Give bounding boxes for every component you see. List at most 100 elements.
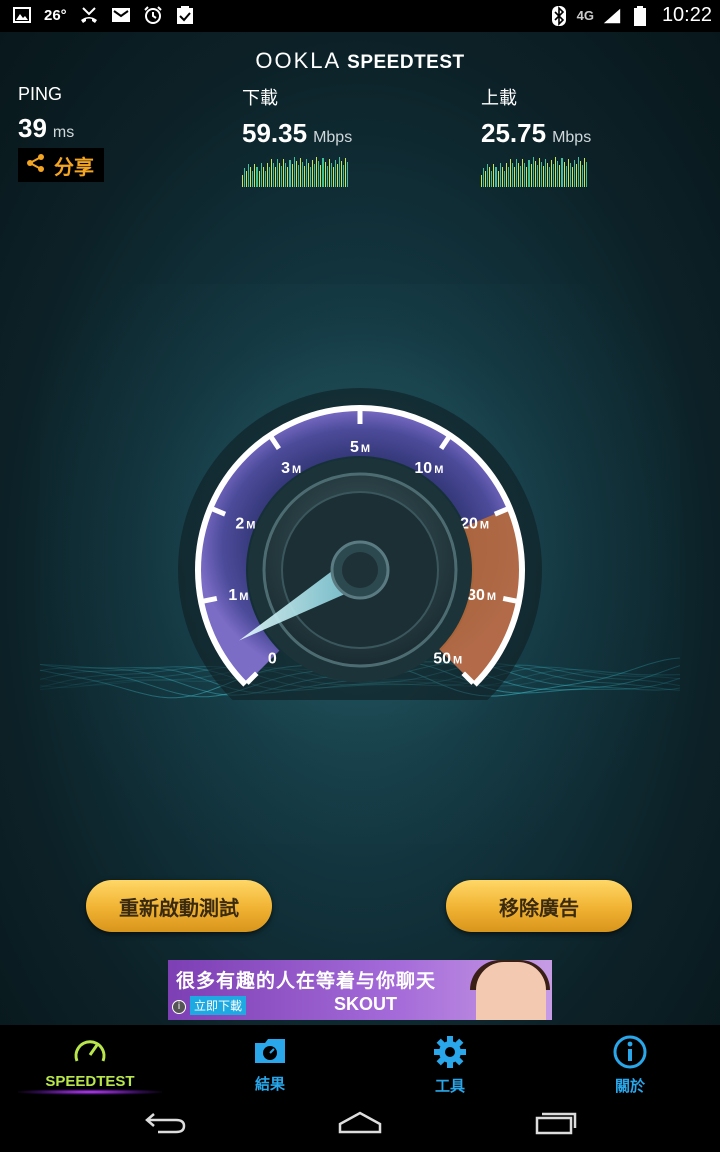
graph-bar bbox=[499, 163, 501, 187]
graph-bar bbox=[557, 161, 559, 187]
graph-bar bbox=[577, 157, 579, 187]
graph-bar bbox=[536, 165, 538, 187]
graph-bar bbox=[285, 163, 287, 187]
graph-bar bbox=[332, 167, 334, 187]
gallery-icon bbox=[12, 5, 32, 25]
graph-bar bbox=[318, 161, 320, 187]
home-button[interactable] bbox=[330, 1107, 390, 1141]
ping-unit: ms bbox=[52, 124, 75, 141]
ad-headline: 很多有趣的人在等着与你聊天 bbox=[176, 970, 437, 992]
graph-bar bbox=[347, 162, 349, 187]
tab-speedtest[interactable]: SPEEDTEST bbox=[0, 1025, 180, 1097]
graph-bar bbox=[514, 166, 516, 187]
share-button[interactable]: 分享 bbox=[18, 148, 104, 182]
graph-bar bbox=[532, 157, 534, 187]
ad-download-button[interactable]: 立即下載 bbox=[190, 996, 247, 1015]
tab-tools[interactable]: 工具 bbox=[360, 1025, 540, 1097]
graph-bar bbox=[542, 166, 544, 187]
back-button[interactable] bbox=[136, 1107, 196, 1141]
share-label: 分享 bbox=[54, 154, 94, 179]
graph-bar bbox=[293, 157, 295, 187]
graph-bar bbox=[334, 160, 336, 187]
graph-bar bbox=[287, 167, 289, 187]
download-unit: Mbps bbox=[313, 129, 353, 146]
graph-bar bbox=[491, 171, 493, 187]
restart-test-button[interactable]: 重新啟動測試 bbox=[86, 880, 272, 932]
graph-bar bbox=[538, 158, 540, 187]
graph-bar bbox=[336, 164, 338, 187]
graph-bar bbox=[324, 162, 326, 187]
graph-bar bbox=[308, 163, 310, 187]
graph-bar bbox=[254, 163, 256, 187]
upload-metric: 上載 25.75 Mbps bbox=[481, 84, 591, 187]
recent-apps-icon bbox=[534, 1109, 578, 1139]
graph-bar bbox=[485, 171, 487, 187]
ad-info-icon[interactable]: i bbox=[172, 1000, 186, 1014]
graph-bar bbox=[565, 166, 567, 187]
graph-bar bbox=[511, 163, 513, 187]
graph-bar bbox=[262, 167, 264, 187]
graph-bar bbox=[530, 164, 532, 187]
graph-bar bbox=[571, 167, 573, 187]
system-navigation-bar bbox=[0, 1097, 720, 1152]
graph-bar bbox=[281, 166, 283, 187]
upload-unit: Mbps bbox=[552, 129, 592, 146]
graph-bar bbox=[270, 159, 272, 187]
email-icon bbox=[111, 5, 131, 25]
ad-photo bbox=[476, 962, 546, 1020]
clock: 10:22 bbox=[661, 4, 712, 26]
graph-bar bbox=[582, 165, 584, 187]
graph-bar bbox=[258, 170, 260, 187]
graph-bar bbox=[310, 167, 312, 187]
graph-bar bbox=[314, 164, 316, 187]
clipboard-check-icon bbox=[175, 5, 195, 25]
tab-about[interactable]: 關於 bbox=[540, 1025, 720, 1097]
graph-bar bbox=[559, 165, 561, 187]
recent-apps-button[interactable] bbox=[526, 1107, 586, 1141]
signal-icon bbox=[602, 6, 622, 26]
graph-bar bbox=[283, 159, 285, 187]
graph-bar bbox=[272, 163, 274, 187]
tab-about-label: 關於 bbox=[614, 1077, 645, 1095]
results-folder-icon bbox=[252, 1035, 288, 1071]
graph-bar bbox=[297, 165, 299, 187]
graph-bar bbox=[573, 160, 575, 187]
graph-bar bbox=[483, 167, 485, 187]
info-icon bbox=[613, 1035, 647, 1073]
graph-bar bbox=[584, 158, 586, 187]
share-icon bbox=[26, 153, 46, 177]
graph-bar bbox=[266, 163, 268, 187]
upload-label: 上載 bbox=[481, 88, 517, 108]
graph-bar bbox=[305, 159, 307, 187]
graph-bar bbox=[520, 166, 522, 187]
graph-bar bbox=[312, 160, 314, 187]
graph-bar bbox=[299, 158, 301, 187]
tab-results[interactable]: 結果 bbox=[180, 1025, 360, 1097]
gauge-tick bbox=[502, 596, 518, 604]
graph-bar bbox=[507, 166, 509, 187]
graph-bar bbox=[569, 163, 571, 187]
graph-bar bbox=[526, 167, 528, 187]
graph-bar bbox=[252, 171, 254, 187]
upload-graph bbox=[481, 157, 588, 187]
tab-speedtest-label: SPEEDTEST bbox=[45, 1073, 135, 1090]
ad-brand: SKOUT bbox=[334, 994, 397, 1014]
graph-bar bbox=[551, 160, 553, 187]
download-graph bbox=[242, 157, 349, 187]
graph-bar bbox=[277, 159, 279, 187]
ad-banner[interactable]: 很多有趣的人在等着与你聊天 i 立即下載 SKOUT bbox=[168, 960, 552, 1020]
graph-bar bbox=[338, 157, 340, 187]
upload-value: 25.75 bbox=[481, 118, 547, 148]
download-metric: 下載 59.35 Mbps bbox=[242, 84, 352, 187]
speed-gauge: 01 M2 M3 M5 M10 M20 M30 M50 M bbox=[178, 388, 542, 700]
graph-bar bbox=[345, 158, 347, 187]
temperature: 26° bbox=[44, 6, 67, 24]
remove-ads-button[interactable]: 移除廣告 bbox=[446, 880, 632, 932]
graph-bar bbox=[341, 161, 343, 187]
graph-bar bbox=[343, 165, 345, 187]
graph-bar bbox=[544, 159, 546, 187]
graph-bar bbox=[326, 166, 328, 187]
graph-bar bbox=[561, 158, 563, 187]
back-icon bbox=[144, 1110, 188, 1138]
gauge-tick-label: 0 bbox=[268, 651, 277, 668]
